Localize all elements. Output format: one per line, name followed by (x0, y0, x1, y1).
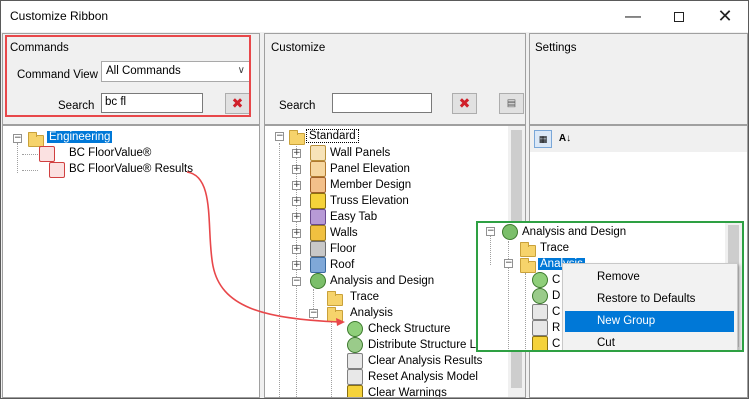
customize-ribbon-window: Customize Ribbon — ✕ Commands Command Vi… (0, 0, 749, 399)
drag-arrow-annotation (186, 171, 345, 326)
